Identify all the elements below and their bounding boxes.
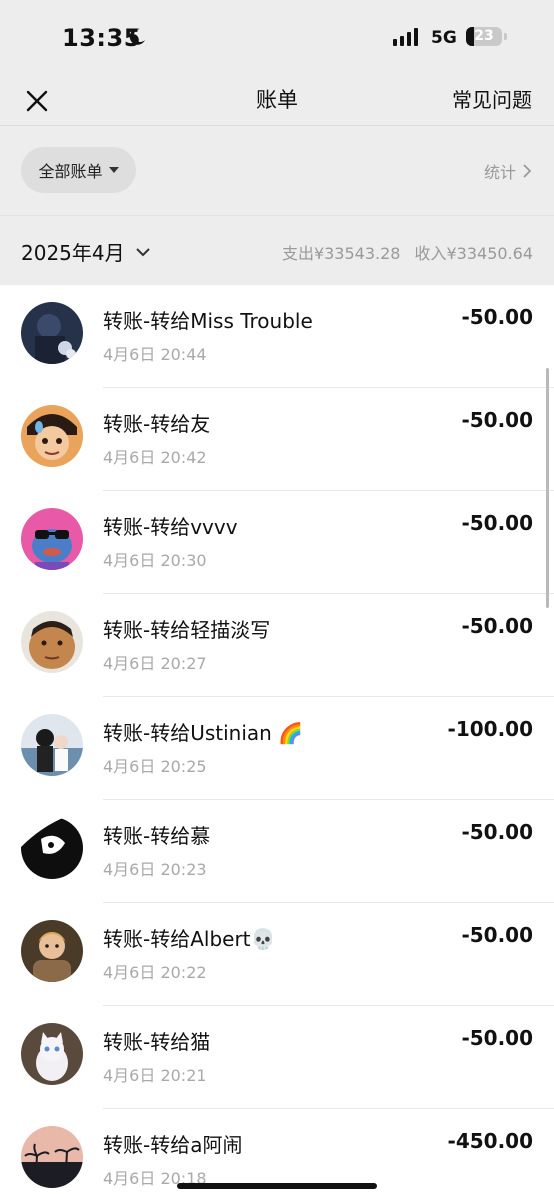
transaction-title: 转账-转给慕 (103, 824, 211, 848)
stats-label: 统计 (483, 163, 516, 182)
transaction-row[interactable]: 转账-转给猫 4月6日 20:21 -50.00 (0, 1006, 554, 1109)
transaction-amount: -100.00 (447, 717, 533, 741)
transaction-title: 转账-转给友 (103, 412, 211, 436)
transaction-time: 4月6日 20:30 (103, 551, 207, 570)
month-label: 2025年4月 (21, 241, 125, 265)
transaction-title: 转账-转给vvvv (103, 515, 238, 539)
transaction-title: 转账-转给Miss Trouble (103, 309, 313, 333)
income-total: 收入¥33450.64 (414, 244, 533, 263)
transaction-time: 4月6日 20:23 (103, 860, 207, 879)
caret-down-icon (108, 167, 119, 173)
transaction-row[interactable]: 转账-转给Albert💀 4月6日 20:22 -50.00 (0, 903, 554, 1006)
transaction-row[interactable]: 转账-转给慕 4月6日 20:23 -50.00 (0, 800, 554, 903)
month-selector[interactable]: 2025年4月 (21, 237, 151, 266)
transaction-row[interactable]: 转账-转给轻描淡写 4月6日 20:27 -50.00 (0, 594, 554, 697)
avatar (21, 1126, 83, 1188)
navigation-bar: 账单 常见问题 (0, 76, 554, 126)
avatar (21, 611, 83, 673)
scrollbar[interactable] (546, 368, 549, 608)
transaction-amount: -50.00 (461, 923, 533, 947)
transaction-row[interactable]: 转账-转给友 4月6日 20:42 -50.00 (0, 388, 554, 491)
transaction-title: 转账-转给a阿闹 (103, 1133, 243, 1157)
avatar (21, 714, 83, 776)
transaction-amount: -50.00 (461, 511, 533, 535)
bill-filter-button[interactable]: 全部账单 (21, 147, 136, 193)
transaction-time: 4月6日 20:27 (103, 654, 207, 673)
transaction-amount: -50.00 (461, 305, 533, 329)
transaction-title: 转账-转给Albert💀 (103, 927, 276, 951)
transaction-row[interactable]: 转账-转给Ustinian 🌈 4月6日 20:25 -100.00 (0, 697, 554, 800)
month-header: 2025年4月 支出¥33543.28 收入¥33450.64 (0, 215, 554, 285)
transaction-amount: -50.00 (461, 820, 533, 844)
close-icon[interactable] (22, 86, 52, 116)
transaction-time: 4月6日 20:22 (103, 963, 207, 982)
transaction-time: 4月6日 20:25 (103, 757, 207, 776)
avatar (21, 817, 83, 879)
faq-link[interactable]: 常见问题 (452, 84, 532, 113)
avatar (21, 1023, 83, 1085)
transaction-title: 转账-转给猫 (103, 1030, 211, 1054)
transaction-time: 4月6日 20:44 (103, 345, 207, 364)
transaction-row[interactable]: 转账-转给vvvv 4月6日 20:30 -50.00 (0, 491, 554, 594)
transaction-amount: -450.00 (447, 1129, 533, 1153)
transaction-amount: -50.00 (461, 614, 533, 638)
status-bar: 13:35 5G 23 (0, 0, 554, 76)
home-indicator (177, 1183, 377, 1189)
stats-link[interactable]: 统计 (484, 159, 532, 183)
transaction-title: 转账-转给轻描淡写 (103, 618, 271, 642)
transaction-time: 4月6日 20:42 (103, 448, 207, 467)
signal-icon (393, 28, 418, 46)
battery-icon: 23 (466, 27, 502, 46)
avatar (21, 302, 83, 364)
transaction-time: 4月6日 20:21 (103, 1066, 207, 1085)
transaction-title: 转账-转给Ustinian 🌈 (103, 721, 304, 745)
transaction-amount: -50.00 (461, 1026, 533, 1050)
transaction-list: 转账-转给Miss Trouble 4月6日 20:44 -50.00 转账-转… (0, 285, 554, 1200)
avatar (21, 405, 83, 467)
month-summary: 支出¥33543.28 收入¥33450.64 (282, 240, 533, 264)
bill-filter-label: 全部账单 (38, 162, 103, 181)
moon-icon (129, 28, 145, 45)
screen: 13:35 5G 23 账单 常见问题 全部账单 统计 2025年4月 支出¥3… (0, 0, 554, 1200)
chevron-right-icon (523, 164, 532, 178)
avatar (21, 920, 83, 982)
transaction-row[interactable]: 转账-转给Miss Trouble 4月6日 20:44 -50.00 (0, 285, 554, 388)
expense-total: 支出¥33543.28 (281, 244, 401, 263)
battery-level: 23 (474, 28, 494, 44)
network-type: 5G (431, 28, 457, 48)
avatar (21, 508, 83, 570)
chevron-down-icon (135, 247, 150, 256)
filter-row: 全部账单 统计 (0, 127, 554, 215)
transaction-amount: -50.00 (461, 408, 533, 432)
